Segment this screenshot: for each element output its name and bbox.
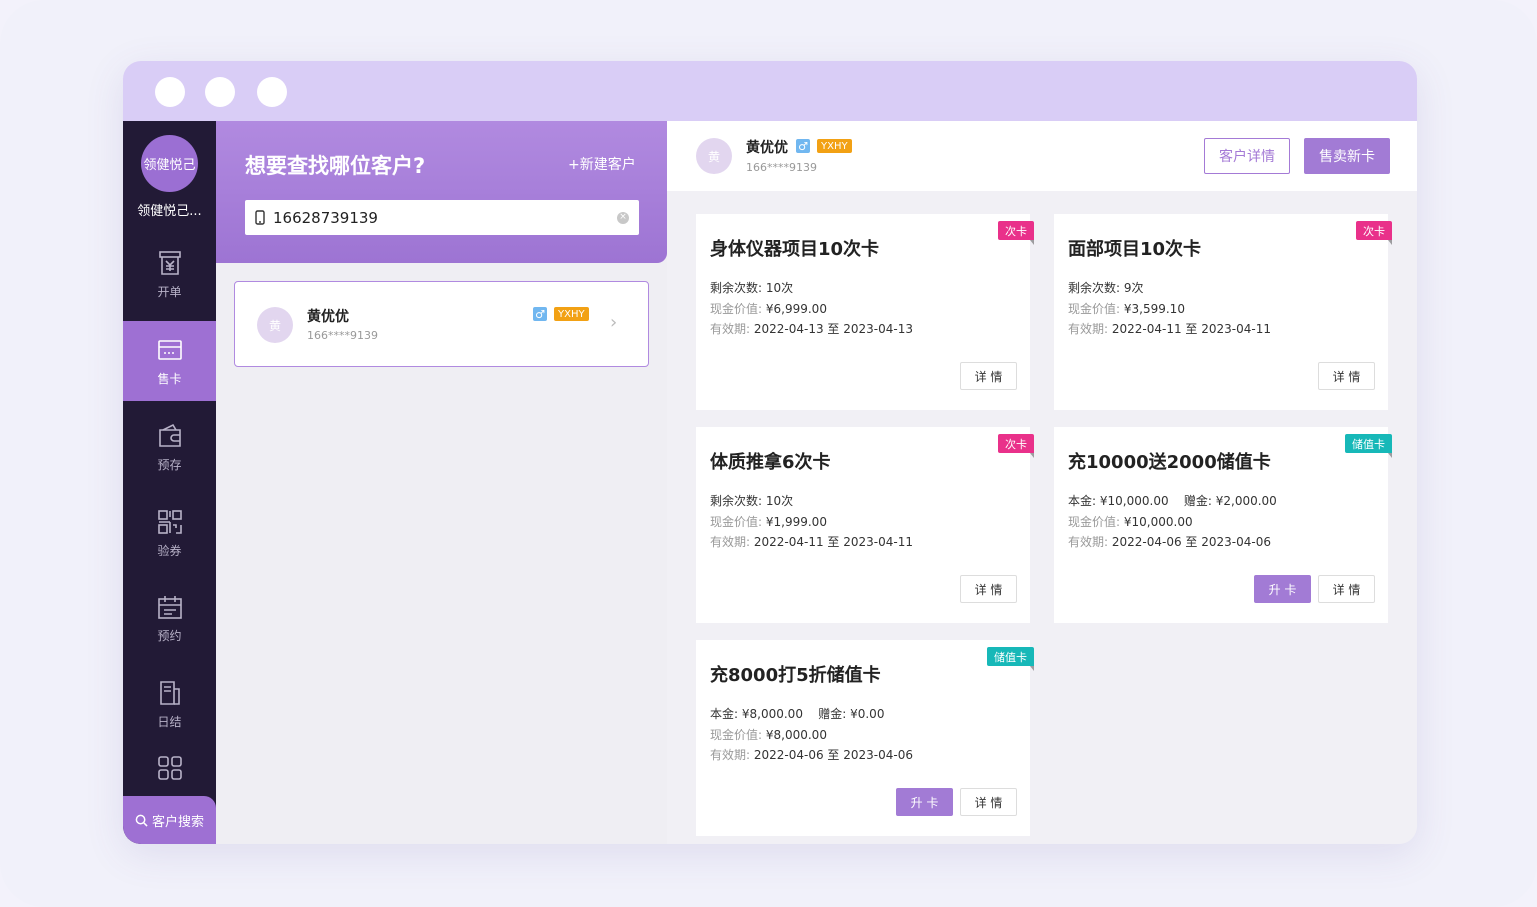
wallet-icon <box>158 423 181 447</box>
clear-icon[interactable]: × <box>617 211 629 224</box>
phone-search-input[interactable] <box>273 208 617 227</box>
store-name: 领健悦己... <box>137 204 202 219</box>
avatar: 黄 <box>257 307 293 343</box>
customer-header: 黄 黄优优 ♂ YXHY 166****9139 客户详情 售卖新卡 <box>667 121 1417 191</box>
window-close-button[interactable] <box>155 77 185 107</box>
chevron-right-icon: › <box>610 312 618 333</box>
receipt-icon <box>158 250 181 275</box>
phone-icon <box>255 210 265 225</box>
male-icon: ♂ <box>533 307 547 321</box>
member-level-badge: YXHY <box>817 139 852 153</box>
card-detail-button[interactable]: 详 情 <box>960 575 1017 603</box>
upgrade-card-button[interactable]: 升 卡 <box>1254 575 1311 603</box>
card-title: 充10000送2000储值卡 <box>1068 452 1271 473</box>
qrcode-icon <box>157 509 182 534</box>
card-detail-button[interactable]: 详 情 <box>1318 575 1375 603</box>
membership-card: 次卡 面部项目10次卡 剩余次数: 9次 现金价值: ¥3,599.10 有效期… <box>1054 214 1392 410</box>
stored-value-card: 储值卡 充10000送2000储值卡 本金: ¥10,000.00 赠金: ¥2… <box>1054 427 1392 623</box>
membership-card: 次卡 身体仪器项目10次卡 剩余次数: 10次 现金价值: ¥6,999.00 … <box>696 214 1034 410</box>
sidebar: 领健悦己 领健悦己... 开单 售卡 预存 验券 预约 日结 客户搜索 <box>123 121 216 844</box>
male-icon: ♂ <box>796 139 810 153</box>
cash-value: 现金价值: ¥10,000.00 <box>1068 515 1193 529</box>
search-icon <box>135 814 148 827</box>
search-header: 想要查找哪位客户? +新建客户 × <box>216 121 667 263</box>
customer-result-card[interactable]: 黄 黄优优 166****9139 ♂ YXHY › <box>234 281 649 367</box>
card-title: 充8000打5折储值卡 <box>710 665 881 686</box>
validity-period: 有效期: 2022-04-11 至 2023-04-11 <box>1068 322 1271 336</box>
validity-period: 有效期: 2022-04-13 至 2023-04-13 <box>710 322 913 336</box>
sidebar-item-label: 售卡 <box>157 371 182 386</box>
card-type-tag: 储值卡 <box>1345 434 1392 458</box>
sidebar-item-more-apps[interactable] <box>123 741 216 801</box>
cash-value: 现金价值: ¥8,000.00 <box>710 728 827 742</box>
remaining-count: 剩余次数: 9次 <box>1068 281 1144 295</box>
customer-search-label: 客户搜索 <box>151 814 204 830</box>
card-type-tag: 次卡 <box>998 221 1034 245</box>
customer-detail-panel: 黄 黄优优 ♂ YXHY 166****9139 客户详情 售卖新卡 次卡 身体… <box>667 121 1417 844</box>
card-detail-button[interactable]: 详 情 <box>960 788 1017 816</box>
card-type-tag: 次卡 <box>1356 221 1392 245</box>
new-customer-button[interactable]: +新建客户 <box>568 154 636 174</box>
card-type-tag: 储值卡 <box>987 647 1034 671</box>
card-detail-button[interactable]: 详 情 <box>960 362 1017 390</box>
remaining-count: 剩余次数: 10次 <box>710 281 794 295</box>
principal-and-bonus: 本金: ¥10,000.00 赠金: ¥2,000.00 <box>1068 494 1277 508</box>
avatar: 黄 <box>696 138 732 174</box>
validity-period: 有效期: 2022-04-06 至 2023-04-06 <box>1068 535 1271 549</box>
sidebar-item-label: 日结 <box>157 714 182 729</box>
customer-name: 黄优优 <box>307 309 349 325</box>
card-title: 身体仪器项目10次卡 <box>710 239 880 260</box>
sidebar-item-prepaid[interactable]: 预存 <box>123 407 216 487</box>
store-avatar[interactable]: 领健悦己 <box>141 135 198 192</box>
sidebar-item-appointment[interactable]: 预约 <box>123 578 216 658</box>
title-bar <box>123 61 1417 121</box>
customer-details-button[interactable]: 客户详情 <box>1204 138 1290 174</box>
sidebar-item-label: 验券 <box>157 543 182 558</box>
stored-value-card: 储值卡 充8000打5折储值卡 本金: ¥8,000.00 赠金: ¥0.00 … <box>696 640 1034 836</box>
report-icon <box>159 680 180 705</box>
card-icon <box>157 339 182 360</box>
validity-period: 有效期: 2022-04-06 至 2023-04-06 <box>710 748 913 762</box>
search-box: × <box>245 200 639 235</box>
app-window: 领健悦己 领健悦己... 开单 售卡 预存 验券 预约 日结 客户搜索 想要查找… <box>123 61 1417 844</box>
card-title: 体质推拿6次卡 <box>710 452 831 473</box>
membership-card: 次卡 体质推拿6次卡 剩余次数: 10次 现金价值: ¥1,999.00 有效期… <box>696 427 1034 623</box>
sidebar-item-label: 开单 <box>157 284 182 299</box>
customer-search-button[interactable]: 客户搜索 <box>123 796 216 844</box>
sidebar-item-sell-card[interactable]: 售卡 <box>123 321 216 401</box>
sidebar-item-verify-coupon[interactable]: 验券 <box>123 493 216 573</box>
window-maximize-button[interactable] <box>257 77 287 107</box>
sidebar-item-daily-settlement[interactable]: 日结 <box>123 664 216 744</box>
cash-value: 现金价值: ¥6,999.00 <box>710 302 827 316</box>
card-type-tag: 次卡 <box>998 434 1034 458</box>
apps-grid-icon <box>157 756 182 780</box>
member-level-badge: YXHY <box>554 307 589 321</box>
card-detail-button[interactable]: 详 情 <box>1318 362 1375 390</box>
remaining-count: 剩余次数: 10次 <box>710 494 794 508</box>
calendar-icon <box>157 595 182 619</box>
sell-new-card-button[interactable]: 售卖新卡 <box>1304 138 1390 174</box>
customer-phone: 166****9139 <box>746 161 817 174</box>
sidebar-item-label: 预存 <box>157 457 182 472</box>
customer-search-panel: 想要查找哪位客户? +新建客户 × 黄 黄优优 166****9139 ♂ YX… <box>216 121 667 844</box>
search-title: 想要查找哪位客户? <box>245 154 426 178</box>
window-minimize-button[interactable] <box>205 77 235 107</box>
sidebar-item-label: 预约 <box>157 628 182 643</box>
validity-period: 有效期: 2022-04-11 至 2023-04-11 <box>710 535 913 549</box>
cash-value: 现金价值: ¥3,599.10 <box>1068 302 1185 316</box>
upgrade-card-button[interactable]: 升 卡 <box>896 788 953 816</box>
customer-name: 黄优优 <box>746 140 788 156</box>
card-title: 面部项目10次卡 <box>1068 239 1202 260</box>
customer-phone: 166****9139 <box>307 329 378 342</box>
sidebar-item-billing[interactable]: 开单 <box>123 234 216 314</box>
cash-value: 现金价值: ¥1,999.00 <box>710 515 827 529</box>
principal-and-bonus: 本金: ¥8,000.00 赠金: ¥0.00 <box>710 707 885 721</box>
